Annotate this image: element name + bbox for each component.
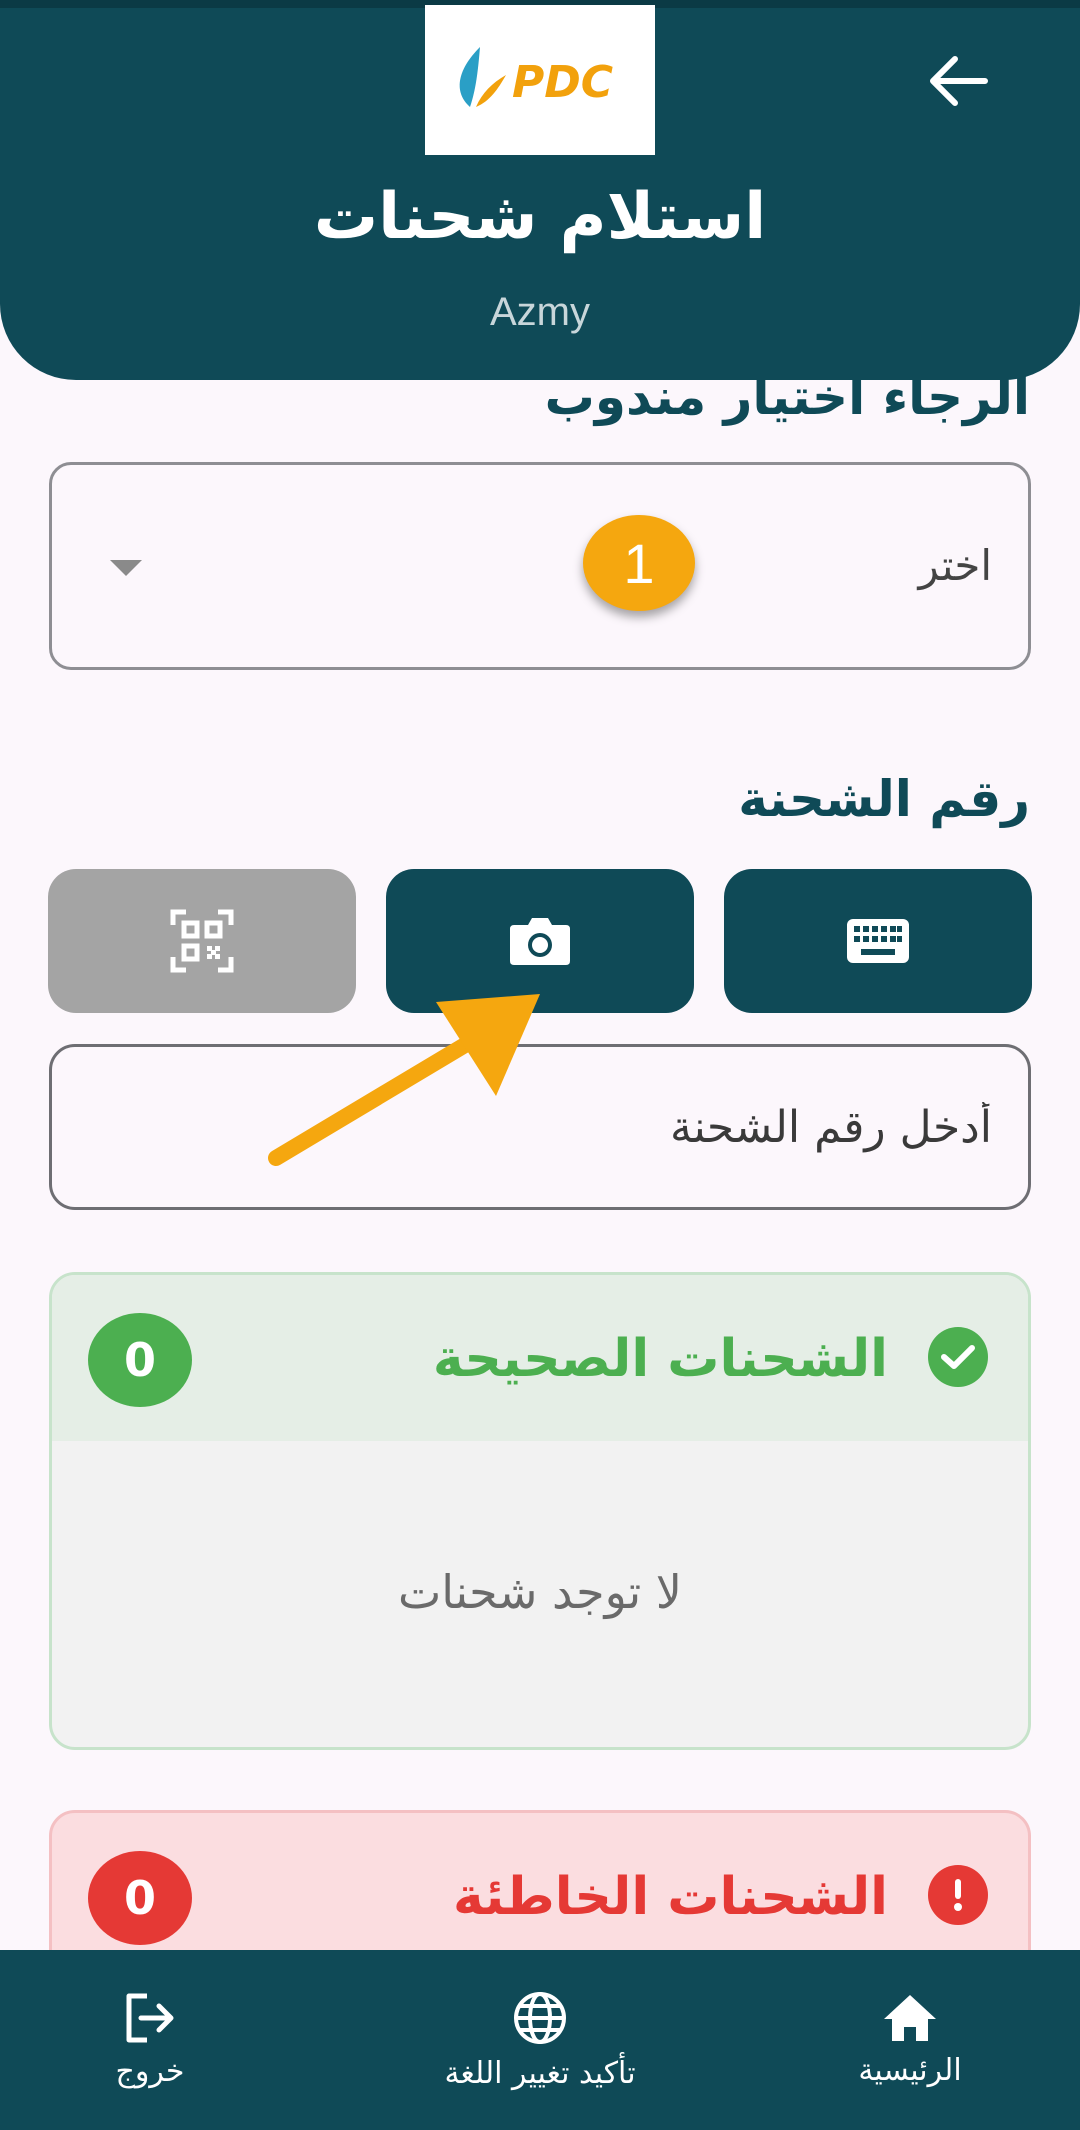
empty-state-text: لا توجد شحنات bbox=[397, 1565, 683, 1619]
nav-language[interactable]: تأكيد تغيير اللغة bbox=[380, 1950, 700, 2130]
invalid-count-badge: 0 bbox=[88, 1851, 192, 1945]
pdc-logo: PDC bbox=[425, 5, 655, 155]
caret-down-icon bbox=[110, 560, 142, 576]
svg-text:PDC: PDC bbox=[512, 57, 613, 108]
app-header: PDC استلام شحنات Azmy bbox=[0, 0, 1080, 380]
check-circle-icon bbox=[928, 1327, 988, 1387]
back-button[interactable] bbox=[918, 40, 1000, 122]
alert-circle-icon bbox=[928, 1865, 988, 1925]
representative-dropdown[interactable]: اختر bbox=[49, 462, 1031, 670]
valid-shipments-card: الشحنات الصحيحة 0 لا توجد شحنات bbox=[49, 1272, 1031, 1750]
nav-language-label: تأكيد تغيير اللغة bbox=[444, 2055, 636, 2091]
logout-icon bbox=[126, 1993, 174, 2042]
shipment-number-heading: رقم الشحنة bbox=[738, 770, 1030, 828]
user-name: Azmy bbox=[490, 290, 590, 334]
home-icon bbox=[884, 1994, 936, 2041]
nav-exit-label: خروج bbox=[115, 2053, 185, 2089]
step-badge: 1 bbox=[583, 515, 695, 611]
nav-home[interactable]: الرئيسية bbox=[800, 1950, 1020, 2130]
qr-code-scan-icon bbox=[170, 909, 234, 973]
camera-icon bbox=[510, 918, 570, 965]
invalid-shipments-title: الشحنات الخاطئة bbox=[453, 1867, 888, 1927]
arrow-left-icon bbox=[930, 56, 988, 106]
valid-shipments-header: الشحنات الصحيحة 0 bbox=[52, 1275, 1028, 1441]
logo-mark-icon: PDC bbox=[459, 47, 613, 108]
valid-count-badge: 0 bbox=[88, 1313, 192, 1407]
keyboard-icon bbox=[847, 919, 909, 963]
page-title: استلام شحنات bbox=[313, 180, 767, 254]
valid-shipments-title: الشحنات الصحيحة bbox=[432, 1329, 888, 1389]
bottom-navigation: الرئيسية تأكيد تغيير اللغة خروج bbox=[0, 1950, 1080, 2130]
nav-home-label: الرئيسية bbox=[858, 2052, 962, 2088]
pointer-arrow-annotation bbox=[268, 994, 540, 1166]
nav-exit[interactable]: خروج bbox=[60, 1950, 240, 2130]
dropdown-selected-value: اختر bbox=[918, 541, 992, 590]
globe-icon bbox=[514, 1991, 566, 2044]
keyboard-input-button[interactable] bbox=[724, 869, 1032, 1013]
